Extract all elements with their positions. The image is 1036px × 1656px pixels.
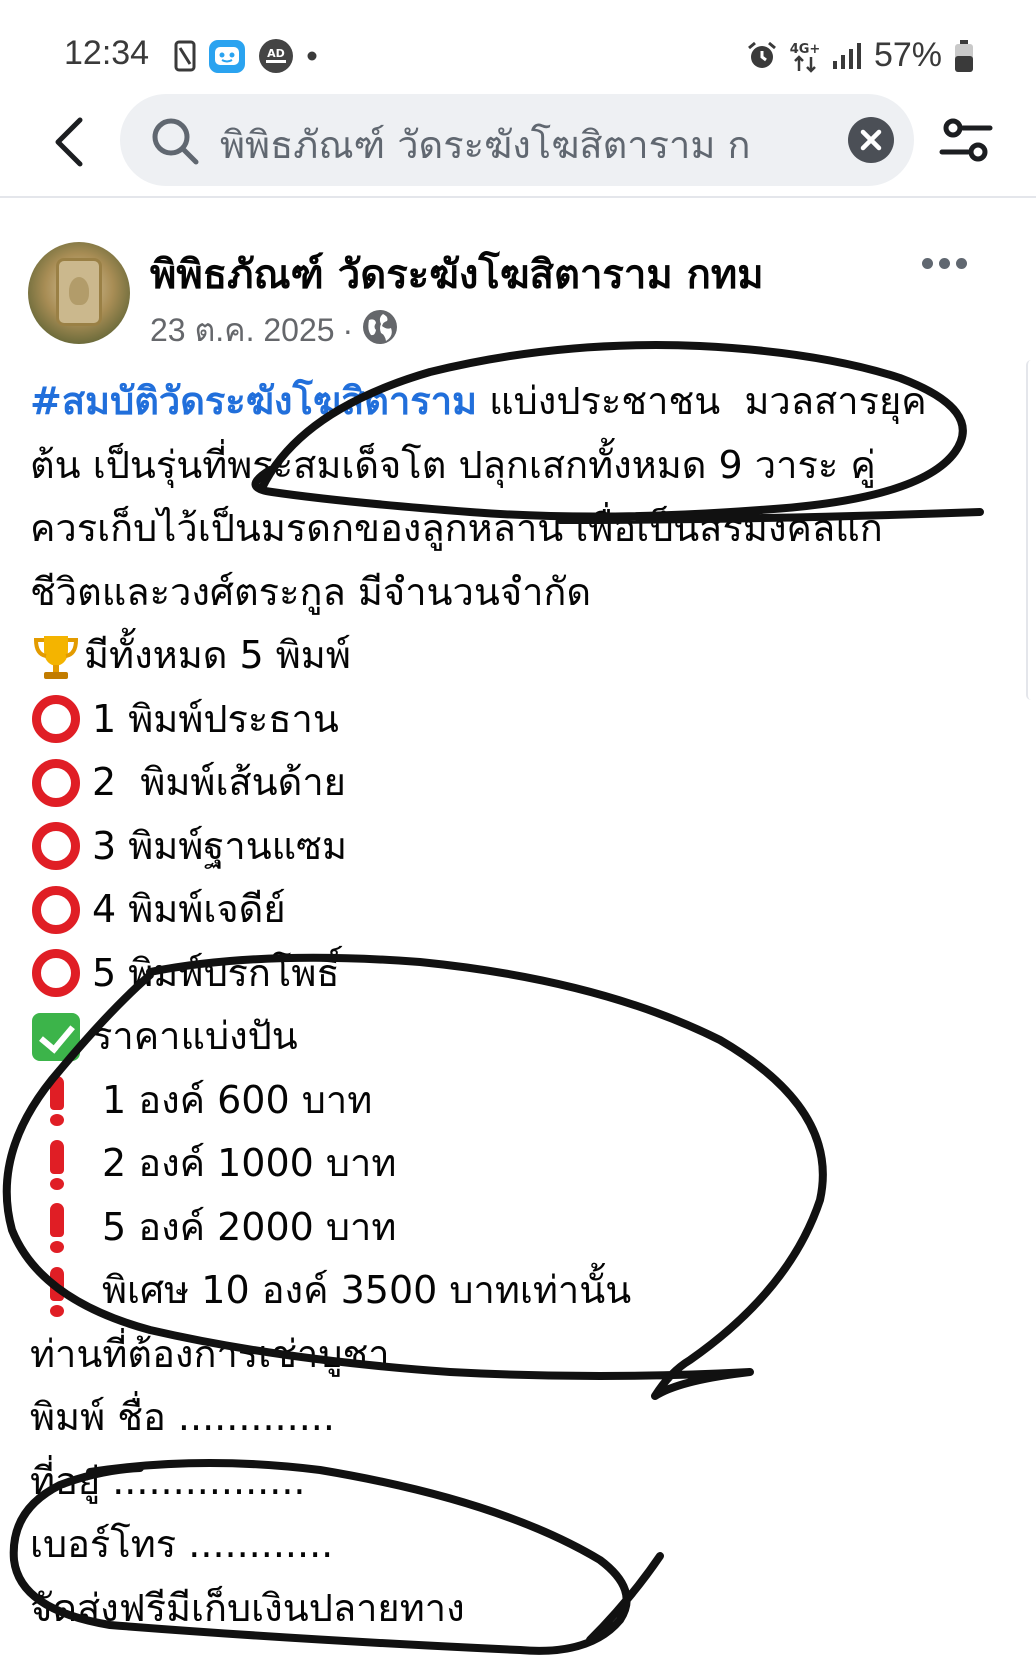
price-item: 5 องค์ 2000 บาท: [30, 1196, 1020, 1260]
exclamation-icon: [42, 1138, 72, 1190]
app-face-icon: [208, 38, 246, 74]
mold-item: 5 พิมพ์ปรกโพธิ์: [30, 942, 1020, 1006]
post-line: ชีวิตและวงศ์ตระกูล มีจำนวนจำกัด: [30, 561, 1020, 625]
network-type-icon: 4G+: [790, 39, 820, 73]
page-avatar[interactable]: [28, 242, 130, 344]
post-text: ชีวิตและวงศ์ตระกูล มีจำนวนจำกัด: [30, 569, 592, 614]
signal-icon: [832, 41, 862, 71]
order-line: ท่านที่ต้องการเช่าบูชา: [30, 1323, 1020, 1387]
post-meta: 23 ต.ค. 2025 ·: [150, 305, 399, 356]
ad-blocker-icon: AD: [258, 38, 294, 74]
phone-notification-icon: [174, 40, 196, 72]
mold-label: 4 พิมพ์เจดีย์: [92, 887, 286, 931]
search-query: พิพิธภัณฑ์ วัดระฆังโฆสิตาราม ก: [220, 123, 751, 167]
post-body: #สมบัติวัดระฆังโฆสิตาราม แบ่งประชาชน มวล…: [30, 370, 1020, 1640]
mold-item: 1 พิมพ์ประธาน: [30, 688, 1020, 752]
status-right: 4G+ 57%: [746, 36, 974, 75]
post-date[interactable]: 23 ต.ค. 2025: [150, 305, 335, 356]
filter-button[interactable]: [938, 116, 994, 166]
order-text: พิมพ์ ชื่อ .............: [30, 1395, 335, 1439]
post-text: ต้น เป็นรุ่นที่พระสมเด็จโต ปลุกเสกทั้งหม…: [30, 442, 876, 487]
exclamation-icon: [42, 1265, 72, 1317]
mold-label: 5 พิมพ์ปรกโพธิ์: [92, 950, 340, 995]
more-icon: [921, 257, 933, 269]
back-arrow-icon: [55, 117, 83, 167]
red-circle-icon: [32, 885, 80, 934]
price-item: พิเศษ 10 องค์ 3500 บาทเท่านั้น: [30, 1259, 1020, 1323]
order-text: ท่านที่ต้องการเช่าบูชา: [30, 1331, 390, 1376]
total-molds-text: มีทั้งหมด 5 พิมพ์: [84, 633, 351, 677]
search-row: พิพิธภัณฑ์ วัดระฆังโฆสิตาราม ก: [0, 92, 1036, 192]
price-label: 5 องค์ 2000 บาท: [102, 1204, 397, 1249]
header-divider: [0, 196, 1036, 198]
mold-label: 1 พิมพ์ประธาน: [92, 696, 339, 741]
trophy-icon: [30, 630, 82, 682]
total-molds-line: มีทั้งหมด 5 พิมพ์: [30, 624, 1020, 688]
price-heading-line: ราคาแบ่งปัน: [30, 1005, 1020, 1069]
globe-icon: [361, 308, 399, 354]
mold-label: 3 พิมพ์ฐานแซม: [92, 823, 348, 868]
order-text: จัดส่งฟรีมีเก็บเงินปลายทาง: [30, 1585, 465, 1630]
battery-icon: [954, 39, 974, 73]
hashtag-link[interactable]: #สมบัติวัดระฆังโฆสิตาราม: [30, 370, 477, 434]
clear-icon: [860, 129, 882, 151]
price-heading: ราคาแบ่งปัน: [92, 1014, 298, 1058]
red-circle-icon: [32, 695, 80, 744]
search-input[interactable]: พิพิธภัณฑ์ วัดระฆังโฆสิตาราม ก: [120, 94, 914, 186]
dot-icon: [306, 50, 318, 62]
price-item: 1 องค์ 600 บาท: [30, 1069, 1020, 1133]
battery-percent: 57%: [873, 36, 942, 74]
post-text: ควรเก็บไว้เป็นมรดกของลูกหลาน เพื่อเป็นสิ…: [30, 506, 883, 550]
order-text: ที่อยู่ ................: [30, 1458, 306, 1503]
exclamation-icon: [42, 1074, 72, 1127]
meta-separator: ·: [342, 312, 354, 348]
status-left-icons: AD: [174, 38, 318, 74]
price-item: 2 องค์ 1000 บาท: [30, 1132, 1020, 1196]
red-circle-icon: [32, 758, 80, 807]
price-label: 2 องค์ 1000 บาท: [102, 1141, 397, 1185]
exclamation-icon: [42, 1201, 72, 1254]
post-line: ต้น เป็นรุ่นที่พระสมเด็จโต ปลุกเสกทั้งหม…: [30, 434, 1020, 498]
alarm-icon: [746, 40, 778, 72]
svg-text:AD: AD: [267, 47, 285, 60]
post-author[interactable]: พิพิธภัณฑ์ วัดระฆังโฆสิตาราม กทม: [150, 242, 764, 306]
clear-search-button[interactable]: [848, 117, 894, 163]
status-bar: 12:34 AD 4G+ 57%: [0, 0, 1036, 90]
red-circle-icon: [32, 949, 80, 998]
svg-text:4G+: 4G+: [790, 42, 820, 57]
post-text: แบ่งประชาชน มวลสารยุค: [477, 379, 927, 423]
order-line: เบอร์โทร ............: [30, 1513, 1020, 1577]
order-line: พิมพ์ ชื่อ .............: [30, 1386, 1020, 1450]
filter-icon: [939, 118, 993, 162]
mold-label: 2 พิมพ์เส้นด้าย: [92, 760, 346, 804]
post-line: ควรเก็บไว้เป็นมรดกของลูกหลาน เพื่อเป็นสิ…: [30, 497, 1020, 561]
more-options-button[interactable]: [914, 248, 974, 278]
status-time: 12:34: [64, 34, 150, 72]
check-mark-icon: [32, 1012, 80, 1061]
red-circle-icon: [32, 822, 80, 871]
order-text: เบอร์โทร ............: [30, 1522, 334, 1566]
order-line: ที่อยู่ ................: [30, 1450, 1020, 1514]
price-label: 1 องค์ 600 บาท: [102, 1077, 373, 1122]
mold-item: 2 พิมพ์เส้นด้าย: [30, 751, 1020, 815]
order-line: จัดส่งฟรีมีเก็บเงินปลายทาง: [30, 1577, 1020, 1641]
post-line: #สมบัติวัดระฆังโฆสิตาราม แบ่งประชาชน มวล…: [30, 370, 1020, 434]
mold-item: 4 พิมพ์เจดีย์: [30, 878, 1020, 942]
price-label: พิเศษ 10 องค์ 3500 บาทเท่านั้น: [102, 1268, 632, 1312]
search-icon: [150, 116, 200, 170]
scrollbar[interactable]: [1026, 360, 1036, 700]
back-button[interactable]: [46, 112, 90, 172]
mold-item: 3 พิมพ์ฐานแซม: [30, 815, 1020, 879]
